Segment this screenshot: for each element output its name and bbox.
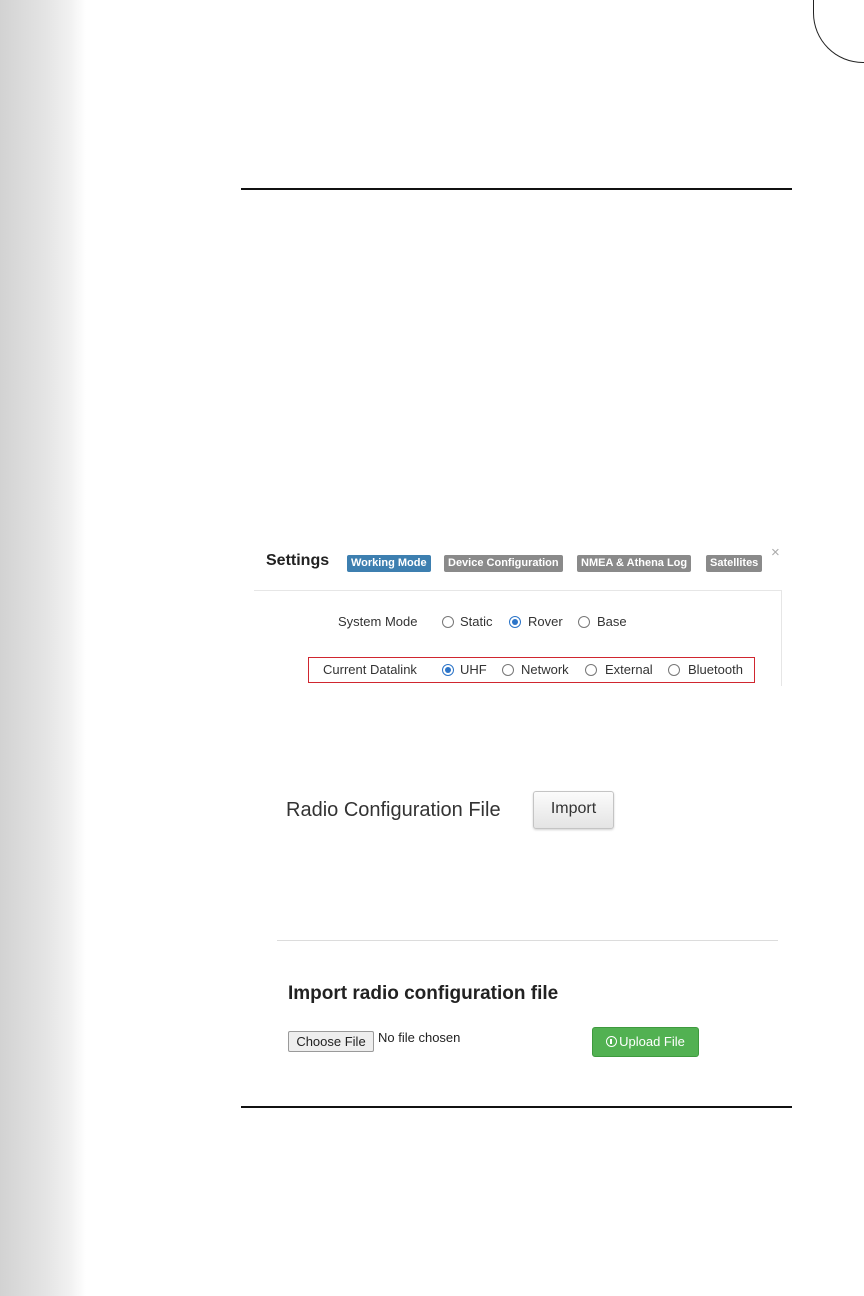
system-mode-label: System Mode — [338, 614, 418, 629]
tab-satellites[interactable]: Satellites — [706, 555, 763, 572]
radio-network[interactable] — [502, 664, 514, 676]
file-status-text: No file chosen — [378, 1030, 461, 1045]
section-divider — [277, 940, 778, 941]
radio-uhf[interactable] — [442, 664, 454, 676]
radio-rover-label: Rover — [528, 614, 563, 629]
tab-device-configuration[interactable]: Device Configuration — [444, 555, 563, 572]
tab-nmea-athena-log[interactable]: NMEA & Athena Log — [577, 555, 692, 572]
radio-base-label: Base — [597, 614, 627, 629]
radio-external-label: External — [605, 662, 653, 677]
radio-static-label: Static — [460, 614, 493, 629]
radio-rover[interactable] — [509, 616, 521, 628]
upload-circle-icon — [606, 1036, 618, 1047]
top-divider — [241, 188, 792, 190]
radio-base[interactable] — [578, 616, 590, 628]
radio-static[interactable] — [442, 616, 454, 628]
radio-uhf-label: UHF — [460, 662, 487, 677]
close-icon[interactable]: × — [771, 544, 780, 561]
upload-file-label: Upload File — [619, 1034, 685, 1049]
radio-bluetooth-label: Bluetooth — [688, 662, 743, 677]
current-datalink-label: Current Datalink — [323, 662, 417, 677]
tab-working-mode[interactable]: Working Mode — [347, 555, 431, 572]
settings-title: Settings — [266, 552, 330, 569]
radio-network-label: Network — [521, 662, 569, 677]
radio-configuration-file-label: Radio Configuration File — [286, 799, 501, 821]
choose-file-button[interactable]: Choose File — [288, 1031, 374, 1052]
import-button[interactable]: Import — [533, 791, 614, 829]
radio-bluetooth[interactable] — [668, 664, 680, 676]
bottom-divider — [241, 1106, 792, 1108]
radio-external[interactable] — [585, 664, 597, 676]
page-margin-shadow — [0, 0, 86, 1296]
import-dialog-heading: Import radio configuration file — [288, 983, 559, 1004]
page-corner-curl — [813, 0, 864, 63]
upload-file-button[interactable]: Upload File — [592, 1027, 699, 1057]
